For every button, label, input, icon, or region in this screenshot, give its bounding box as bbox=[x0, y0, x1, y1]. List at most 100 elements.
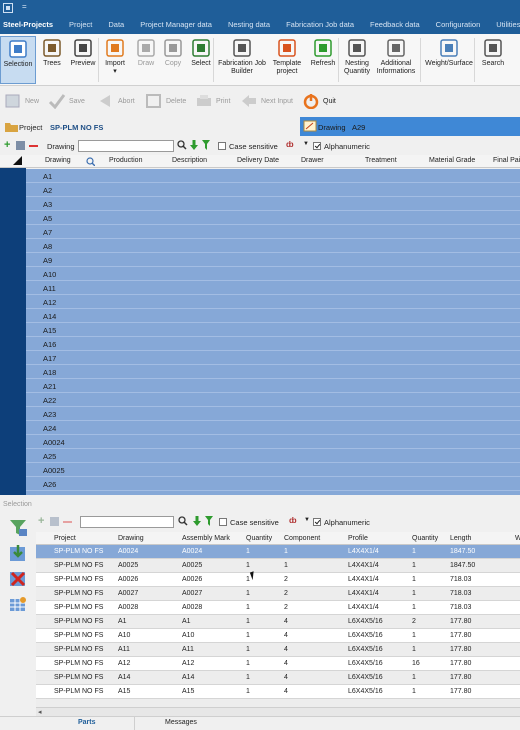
alphanumeric-checkbox[interactable] bbox=[313, 517, 321, 527]
save-filter-icon[interactable] bbox=[50, 517, 59, 526]
table-row[interactable]: A14 bbox=[26, 309, 520, 323]
preview-button[interactable]: Preview bbox=[68, 36, 98, 84]
tab-messages[interactable]: Messages bbox=[165, 719, 197, 726]
quit-button[interactable]: Quit bbox=[302, 92, 336, 110]
parts-column-length[interactable]: Length bbox=[450, 535, 471, 542]
save-filter-icon[interactable] bbox=[16, 141, 25, 150]
tab-configuration[interactable]: Configuration bbox=[428, 16, 489, 34]
table-row[interactable]: A7 bbox=[26, 225, 520, 239]
search-icon[interactable] bbox=[177, 140, 187, 152]
tab-feedback-data[interactable]: Feedback data bbox=[362, 16, 428, 34]
import-button[interactable]: Import ▾ bbox=[100, 36, 130, 84]
column-header-drawing[interactable]: Drawing bbox=[45, 157, 71, 164]
add-icon[interactable]: + bbox=[4, 139, 10, 151]
arrow-down-icon[interactable] bbox=[193, 516, 201, 528]
table-row[interactable]: A12 bbox=[26, 295, 520, 309]
copy-button[interactable]: Copy bbox=[160, 36, 186, 84]
column-header-delivery-date[interactable]: Delivery Date bbox=[237, 157, 279, 164]
table-row[interactable]: A9 bbox=[26, 253, 520, 267]
selection-button[interactable]: Selection bbox=[0, 36, 36, 84]
table-row[interactable]: A5 bbox=[26, 211, 520, 225]
tab-data[interactable]: Data bbox=[100, 16, 132, 34]
select-button[interactable]: Select bbox=[188, 36, 214, 84]
parts-column-quantity[interactable]: Quantity bbox=[246, 535, 272, 542]
parts-grid-icon[interactable] bbox=[8, 595, 28, 615]
column-header-material-grade[interactable]: Material Grade bbox=[429, 157, 475, 164]
parts-column-quantity[interactable]: Quantity bbox=[412, 535, 438, 542]
tab-steel-projects[interactable]: Steel-Projects bbox=[0, 16, 61, 34]
table-row[interactable]: A25 bbox=[26, 449, 520, 463]
add-icon[interactable]: + bbox=[38, 515, 44, 527]
tab-parts[interactable]: Parts bbox=[78, 719, 96, 726]
nesting-quantity-button[interactable]: Nesting Quantity bbox=[341, 36, 373, 84]
column-header-treatment[interactable]: Treatment bbox=[365, 157, 397, 164]
weight-surface-button[interactable]: Weight/Surface bbox=[423, 36, 475, 84]
dropdown-arrow-icon[interactable]: ▾ bbox=[113, 68, 117, 76]
delete-parts-icon[interactable] bbox=[8, 569, 28, 589]
search-icon[interactable] bbox=[178, 516, 188, 528]
project-value[interactable]: SP-PLM NO FS bbox=[50, 123, 103, 132]
fabrication-job-builder-button[interactable]: Fabrication Job Builder bbox=[216, 36, 268, 84]
table-row[interactable]: A21 bbox=[26, 379, 520, 393]
delete-button[interactable]: Delete bbox=[145, 92, 186, 110]
column-search-icon[interactable] bbox=[86, 157, 96, 168]
case-sensitive-checkbox[interactable] bbox=[219, 517, 227, 527]
tab-utilities[interactable]: Utilities bbox=[488, 16, 520, 34]
scroll-left-icon[interactable]: ◂ bbox=[38, 708, 42, 716]
table-row[interactable]: SP-PLM NO FS A15 A15 1 4 L6X4X5/16 1 177.80 bbox=[36, 685, 520, 699]
drawing-selector[interactable]: Drawing A29 bbox=[300, 117, 520, 136]
table-row[interactable]: A8 bbox=[26, 239, 520, 253]
funnel-icon[interactable] bbox=[202, 140, 210, 152]
chevron-down-icon[interactable]: ▼ bbox=[303, 141, 309, 147]
table-row[interactable]: A26 bbox=[26, 477, 520, 491]
trees-button[interactable]: Trees bbox=[38, 36, 66, 84]
parts-column-assembly-mark[interactable]: Assembly Mark bbox=[182, 535, 230, 542]
table-row[interactable]: SP-PLM NO FS A12 A12 1 4 L6X4X5/16 16 177.80 bbox=[36, 657, 520, 671]
save-button[interactable]: Save bbox=[48, 92, 85, 110]
additional-informations-button[interactable]: Additional Informations bbox=[374, 36, 418, 84]
chevron-down-icon[interactable]: ▼ bbox=[304, 517, 310, 523]
table-row[interactable]: A0025 bbox=[26, 463, 520, 477]
parts-column-profile[interactable]: Profile bbox=[348, 535, 368, 542]
table-row[interactable]: SP-PLM NO FS A1 A1 1 4 L6X4X5/16 2 177.80 bbox=[36, 615, 520, 629]
filter-input[interactable] bbox=[78, 140, 174, 152]
search-button[interactable]: Search bbox=[478, 36, 508, 84]
tab-nesting-data[interactable]: Nesting data bbox=[220, 16, 278, 34]
table-row[interactable]: A17 bbox=[26, 351, 520, 365]
table-row[interactable]: A10 bbox=[26, 267, 520, 281]
sort-corner-icon[interactable] bbox=[13, 156, 22, 165]
template-project-button[interactable]: Template project bbox=[269, 36, 305, 84]
tab-project-manager-data[interactable]: Project Manager data bbox=[132, 16, 220, 34]
parts-download-icon[interactable] bbox=[8, 544, 28, 564]
horizontal-scrollbar[interactable]: ◂ bbox=[36, 707, 520, 716]
alphanumeric-checkbox[interactable] bbox=[313, 141, 321, 151]
table-row[interactable]: A0024 bbox=[26, 435, 520, 449]
table-row[interactable]: A22 bbox=[26, 393, 520, 407]
table-row[interactable]: A3 bbox=[26, 197, 520, 211]
table-row[interactable]: SP-PLM NO FS A0024 A0024 1 1 L4X4X1/4 1 1847.50 bbox=[36, 545, 520, 559]
next-input-button[interactable]: Next Input bbox=[240, 92, 293, 110]
arrow-down-icon[interactable] bbox=[190, 140, 198, 152]
table-row[interactable]: A18 bbox=[26, 365, 520, 379]
sort-icon[interactable]: ȸ bbox=[286, 140, 294, 149]
new-button[interactable]: New bbox=[4, 92, 39, 110]
table-row[interactable]: A16 bbox=[26, 337, 520, 351]
remove-icon[interactable] bbox=[63, 521, 72, 523]
table-row[interactable]: SP-PLM NO FS A0026 A0026 1 2 L4X4X1/4 1 718.03 bbox=[36, 573, 520, 587]
parts-filter-input[interactable] bbox=[80, 516, 174, 528]
tab-project[interactable]: Project bbox=[61, 16, 100, 34]
funnel-icon[interactable] bbox=[205, 516, 213, 528]
table-row[interactable]: SP-PLM NO FS A0027 A0027 1 2 L4X4X1/4 1 718.03 bbox=[36, 587, 520, 601]
column-header-drawer[interactable]: Drawer bbox=[301, 157, 324, 164]
filter-tree-icon[interactable] bbox=[8, 518, 28, 538]
table-row[interactable]: A1 bbox=[26, 169, 520, 183]
refresh-button[interactable]: Refresh bbox=[307, 36, 339, 84]
parts-column-w[interactable]: W bbox=[515, 535, 520, 542]
table-row[interactable]: A11 bbox=[26, 281, 520, 295]
case-sensitive-checkbox[interactable] bbox=[218, 141, 226, 151]
table-row[interactable]: SP-PLM NO FS A0028 A0028 1 2 L4X4X1/4 1 718.03 bbox=[36, 601, 520, 615]
table-row[interactable]: SP-PLM NO FS A10 A10 1 4 L6X4X5/16 1 177.80 bbox=[36, 629, 520, 643]
table-row[interactable]: SP-PLM NO FS A11 A11 1 4 L6X4X5/16 1 177.80 bbox=[36, 643, 520, 657]
remove-icon[interactable] bbox=[29, 145, 38, 147]
table-row[interactable]: A2 bbox=[26, 183, 520, 197]
